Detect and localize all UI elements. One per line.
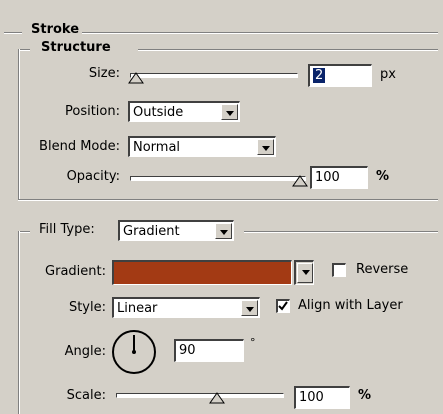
- blend-mode-value: Normal: [133, 140, 181, 155]
- chevron-down-icon[interactable]: [297, 263, 313, 283]
- fill-type-value: Gradient: [123, 224, 180, 239]
- position-dropdown[interactable]: Outside: [128, 101, 240, 122]
- scale-unit: %: [358, 388, 372, 403]
- fill-type-dropdown[interactable]: Gradient: [118, 220, 234, 241]
- size-label: Size:: [88, 66, 120, 81]
- structure-title: Structure: [38, 40, 114, 55]
- position-value: Outside: [133, 105, 184, 120]
- angle-unit: °: [250, 336, 256, 349]
- checkmark-icon: [278, 301, 288, 311]
- fill-frame-top: [244, 231, 438, 233]
- gradient-swatch[interactable]: [112, 260, 292, 285]
- angle-label: Angle:: [64, 344, 106, 359]
- chevron-down-icon[interactable]: [221, 104, 238, 120]
- reverse-label: Reverse: [356, 262, 409, 277]
- reverse-checkbox[interactable]: [332, 263, 346, 277]
- size-value: 2: [313, 68, 326, 83]
- structure-frame-top: [138, 49, 438, 51]
- blend-mode-dropdown[interactable]: Normal: [128, 136, 276, 157]
- opacity-unit: %: [376, 169, 390, 184]
- size-input[interactable]: 2: [308, 64, 372, 87]
- size-slider[interactable]: [130, 73, 298, 78]
- scale-slider-thumb[interactable]: [209, 392, 225, 404]
- stroke-header-rule: [4, 32, 22, 34]
- gradient-label: Gradient:: [45, 264, 106, 279]
- style-label: Style:: [68, 300, 106, 315]
- angle-dial-icon[interactable]: [110, 328, 158, 376]
- align-with-layer-checkbox[interactable]: [276, 299, 290, 313]
- scale-value: 100: [299, 390, 324, 405]
- opacity-input[interactable]: 100: [310, 166, 368, 189]
- size-slider-thumb[interactable]: [128, 72, 144, 84]
- opacity-value: 100: [315, 170, 340, 185]
- chevron-down-icon[interactable]: [241, 300, 258, 316]
- position-label: Position:: [65, 104, 120, 119]
- gradient-picker-button[interactable]: [294, 260, 314, 285]
- angle-value: 90: [179, 343, 196, 358]
- fill-type-label: Fill Type:: [36, 222, 98, 237]
- align-with-layer-label: Align with Layer: [298, 298, 403, 313]
- style-dropdown[interactable]: Linear: [112, 297, 260, 318]
- chevron-down-icon[interactable]: [215, 223, 232, 239]
- fill-frame-left: [18, 231, 20, 414]
- stroke-header-rule: [76, 32, 438, 34]
- opacity-slider[interactable]: [130, 176, 306, 181]
- structure-frame-bottom: [18, 199, 438, 201]
- opacity-slider-thumb[interactable]: [292, 175, 308, 187]
- scale-input[interactable]: 100: [294, 386, 350, 409]
- blend-mode-label: Blend Mode:: [39, 139, 120, 154]
- scale-label: Scale:: [66, 388, 106, 403]
- size-unit: px: [380, 67, 396, 82]
- stroke-section-title: Stroke: [28, 22, 83, 37]
- angle-input[interactable]: 90: [174, 339, 244, 362]
- chevron-down-icon[interactable]: [257, 139, 274, 155]
- scale-slider[interactable]: [116, 393, 284, 398]
- style-value: Linear: [117, 301, 158, 316]
- opacity-label: Opacity:: [66, 169, 120, 184]
